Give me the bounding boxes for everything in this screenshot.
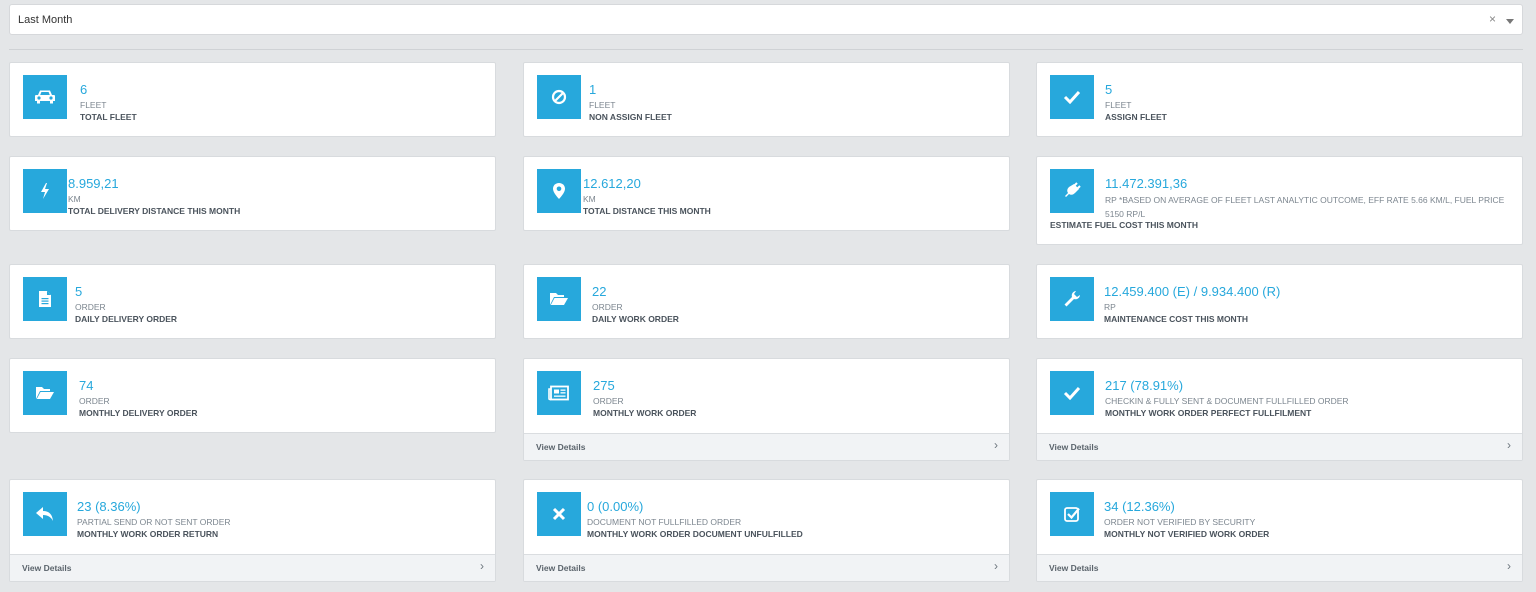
card-value: 34 (12.36%)	[1104, 499, 1175, 514]
view-details-label: View Details	[1049, 442, 1099, 452]
map-pin-icon	[537, 169, 581, 213]
view-details-link[interactable]: View Details ›	[1037, 433, 1522, 460]
chevron-right-icon: ›	[1507, 438, 1511, 452]
view-details-link[interactable]: View Details ›	[1037, 554, 1522, 581]
card-not-verified-work-order: 34 (12.36%) ORDER NOT VERIFIED BY SECURI…	[1036, 479, 1523, 582]
card-estimate-fuel-cost: 11.472.391,36 RP *BASED ON AVERAGE OF FL…	[1036, 156, 1523, 245]
chevron-right-icon: ›	[994, 559, 998, 573]
card-daily-work-order: 22 ORDER DAILY WORK ORDER	[523, 264, 1010, 339]
check-square-icon	[1050, 492, 1094, 536]
card-total-distance: 12.612,20 KM TOTAL DISTANCE THIS MONTH	[523, 156, 1010, 231]
divider	[9, 49, 1523, 50]
card-unit: ORDER	[79, 396, 110, 406]
view-details-link[interactable]: View Details ›	[10, 554, 495, 581]
close-icon	[537, 492, 581, 536]
card-value: 6	[80, 82, 88, 97]
check-icon	[1050, 75, 1094, 119]
plug-icon	[1050, 169, 1094, 213]
bolt-icon	[23, 169, 67, 213]
card-title: MONTHLY NOT VERIFIED WORK ORDER	[1104, 529, 1270, 539]
card-title: TOTAL DELIVERY DISTANCE THIS MONTH	[68, 206, 241, 216]
chevron-right-icon: ›	[480, 559, 484, 573]
card-monthly-work-order: 275 ORDER MONTHLY WORK ORDER View Detail…	[523, 358, 1010, 461]
card-value: 22	[592, 284, 607, 299]
card-value: 1	[589, 82, 597, 97]
card-unit: ORDER NOT VERIFIED BY SECURITY	[1104, 517, 1256, 527]
card-title: MONTHLY WORK ORDER	[593, 408, 697, 418]
card-title: TOTAL FLEET	[80, 112, 137, 122]
card-title: DAILY DELIVERY ORDER	[75, 314, 178, 324]
card-value: 8.959,21	[68, 176, 119, 191]
view-details-label: View Details	[22, 563, 72, 573]
card-value: 5	[1105, 82, 1113, 97]
card-document-unfulfilled: 0 (0.00%) DOCUMENT NOT FULLFILLED ORDER …	[523, 479, 1010, 582]
card-unit: PARTIAL SEND OR NOT SENT ORDER	[77, 517, 231, 527]
card-unit: FLEET	[80, 100, 107, 110]
card-value: 12.612,20	[583, 176, 641, 191]
card-daily-delivery-order: 5 ORDER DAILY DELIVERY ORDER	[9, 264, 496, 339]
view-details-label: View Details	[1049, 563, 1099, 573]
card-value: 74	[79, 378, 94, 393]
card-non-assign-fleet: 1 FLEET NON ASSIGN FLEET	[523, 62, 1010, 137]
card-unit: RP *BASED ON AVERAGE OF FLEET LAST ANALY…	[1105, 195, 1505, 219]
card-value: 12.459.400 (E) / 9.934.400 (R)	[1104, 284, 1281, 299]
card-unit: CHECKIN & FULLY SENT & DOCUMENT FULLFILL…	[1105, 396, 1349, 406]
card-perfect-fulfilment: 217 (78.91%) CHECKIN & FULLY SENT & DOCU…	[1036, 358, 1523, 461]
folder-open-icon	[23, 371, 67, 415]
period-filter-select[interactable]: Last Month ×	[9, 4, 1523, 35]
view-details-label: View Details	[536, 563, 586, 573]
reply-icon	[23, 492, 67, 536]
chevron-right-icon: ›	[994, 438, 998, 452]
card-unit: ORDER	[593, 396, 624, 406]
card-title: MONTHLY DELIVERY ORDER	[79, 408, 198, 418]
wrench-icon	[1050, 277, 1094, 321]
ban-icon	[537, 75, 581, 119]
card-unit: ORDER	[75, 302, 106, 312]
card-title: MAINTENANCE COST THIS MONTH	[1104, 314, 1249, 324]
card-title: MONTHLY WORK ORDER DOCUMENT UNFULFILLED	[587, 529, 803, 539]
card-value: 23 (8.36%)	[77, 499, 141, 514]
chevron-down-icon[interactable]	[1506, 19, 1514, 24]
card-unit: FLEET	[1105, 100, 1132, 110]
card-maintenance-cost: 12.459.400 (E) / 9.934.400 (R) RP MAINTE…	[1036, 264, 1523, 339]
newspaper-icon	[537, 371, 581, 415]
car-icon	[23, 75, 67, 119]
view-details-label: View Details	[536, 442, 586, 452]
chevron-right-icon: ›	[1507, 559, 1511, 573]
view-details-link[interactable]: View Details ›	[524, 554, 1009, 581]
card-unit: RP	[1104, 302, 1116, 312]
card-title: ESTIMATE FUEL COST THIS MONTH	[1050, 220, 1198, 230]
card-unit: DOCUMENT NOT FULLFILLED ORDER	[587, 517, 742, 527]
card-work-order-return: 23 (8.36%) PARTIAL SEND OR NOT SENT ORDE…	[9, 479, 496, 582]
card-value: 11.472.391,36	[1105, 176, 1188, 191]
card-value: 275	[593, 378, 615, 393]
card-unit: ORDER	[592, 302, 623, 312]
card-total-fleet: 6 FLEET TOTAL FLEET	[9, 62, 496, 137]
card-title: DAILY WORK ORDER	[592, 314, 679, 324]
card-value: 217 (78.91%)	[1105, 378, 1184, 393]
card-unit: FLEET	[589, 100, 616, 110]
card-value: 5	[75, 284, 83, 299]
clear-icon[interactable]: ×	[1489, 13, 1496, 25]
card-title: MONTHLY WORK ORDER RETURN	[77, 529, 219, 539]
card-unit: KM	[68, 194, 81, 204]
card-unit: KM	[583, 194, 596, 204]
folder-open-icon	[537, 277, 581, 321]
card-monthly-delivery-order: 74 ORDER MONTHLY DELIVERY ORDER	[9, 358, 496, 433]
check-icon	[1050, 371, 1094, 415]
card-title: ASSIGN FLEET	[1105, 112, 1167, 122]
document-icon	[23, 277, 67, 321]
period-filter-value: Last Month	[18, 14, 73, 26]
view-details-link[interactable]: View Details ›	[524, 433, 1009, 460]
card-assign-fleet: 5 FLEET ASSIGN FLEET	[1036, 62, 1523, 137]
card-total-delivery-distance: 8.959,21 KM TOTAL DELIVERY DISTANCE THIS…	[9, 156, 496, 231]
card-title: MONTHLY WORK ORDER PERFECT FULLFILMENT	[1105, 408, 1312, 418]
card-title: TOTAL DISTANCE THIS MONTH	[583, 206, 711, 216]
card-value: 0 (0.00%)	[587, 499, 644, 514]
card-title: NON ASSIGN FLEET	[589, 112, 672, 122]
